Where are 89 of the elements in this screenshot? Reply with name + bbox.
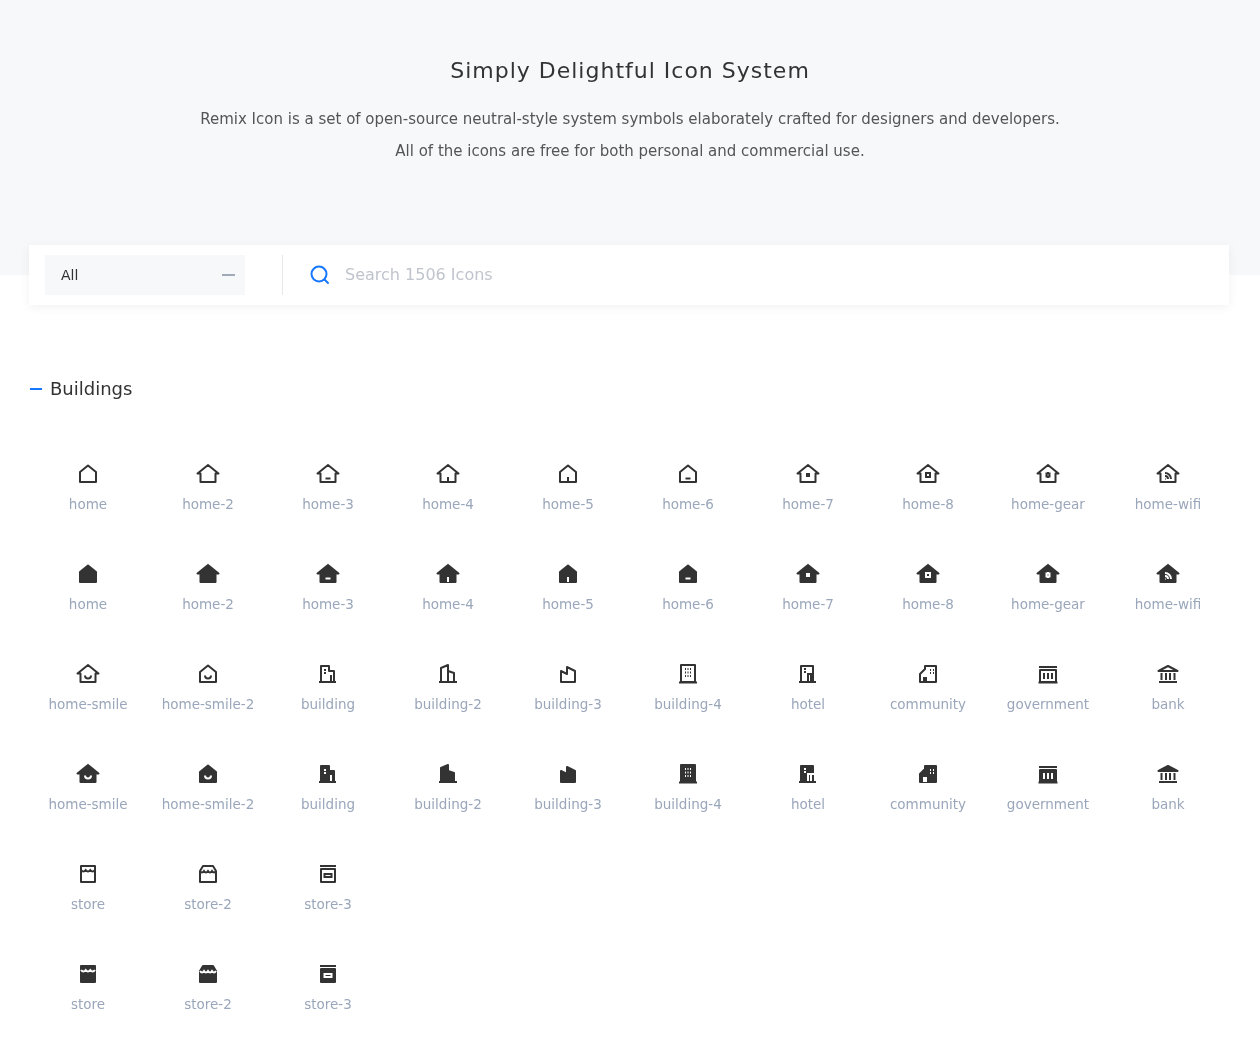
house-wifi-icon[interactable]	[1156, 562, 1180, 586]
search-field[interactable]: Search 1506 Icons	[309, 245, 1229, 305]
icon-label[interactable]: home-7	[782, 494, 834, 515]
icon-label[interactable]: hotel	[790, 694, 826, 715]
bank-icon[interactable]	[1156, 662, 1180, 686]
icon-label[interactable]: bank	[1151, 794, 1185, 815]
icon-label[interactable]: home-8	[902, 594, 954, 615]
search-input[interactable]: Search 1506 Icons	[331, 263, 1229, 287]
house-icon[interactable]	[796, 462, 820, 486]
icon-label[interactable]: home-6	[662, 594, 714, 615]
icon-label[interactable]: store-3	[304, 894, 352, 915]
icon-label[interactable]: home	[68, 494, 108, 515]
storefront-icon[interactable]	[196, 962, 220, 986]
house-icon[interactable]	[76, 562, 100, 586]
icon-label[interactable]: home-wifi	[1134, 494, 1202, 515]
house-icon[interactable]	[436, 462, 460, 486]
house-icon[interactable]	[676, 562, 700, 586]
icon-label[interactable]: home-2	[182, 594, 234, 615]
icon-label[interactable]: home-gear	[1011, 594, 1085, 615]
icon-label[interactable]: building-4	[654, 694, 722, 715]
icon-label[interactable]: home-smile	[48, 694, 128, 715]
icon-label[interactable]: home-gear	[1011, 494, 1085, 515]
buildings-icon[interactable]	[916, 662, 940, 686]
category-select[interactable]: All	[45, 255, 245, 295]
icon-label[interactable]: home-smile	[48, 794, 128, 815]
house-icon[interactable]	[676, 462, 700, 486]
icon-label[interactable]: building	[300, 794, 356, 815]
icon-label[interactable]: building-3	[534, 694, 602, 715]
icon-label[interactable]: building-3	[534, 794, 602, 815]
section-title: Buildings	[50, 377, 133, 401]
icon-label[interactable]: home-5	[542, 594, 594, 615]
house-icon[interactable]	[796, 562, 820, 586]
bank-icon[interactable]	[1156, 762, 1180, 786]
icon-label[interactable]: store	[70, 894, 106, 915]
hero-title: Simply Delightful Icon System	[449, 58, 811, 85]
building-icon[interactable]	[436, 662, 460, 686]
hero-description: All of the icons are free for both personal and commercial use.	[394, 142, 866, 161]
icon-label[interactable]: hotel	[790, 794, 826, 815]
search-icon	[309, 264, 331, 286]
icon-label[interactable]: home	[68, 594, 108, 615]
icon-label[interactable]: home-wifi	[1134, 594, 1202, 615]
icon-label[interactable]: building-2	[414, 694, 482, 715]
building-icon[interactable]	[436, 762, 460, 786]
icon-label[interactable]: home-5	[542, 494, 594, 515]
house-icon[interactable]	[316, 462, 340, 486]
icon-label[interactable]: store-2	[184, 894, 232, 915]
house-icon[interactable]	[556, 462, 580, 486]
icon-label[interactable]: building	[300, 694, 356, 715]
house-icon[interactable]	[196, 462, 220, 486]
icon-label[interactable]: community	[889, 694, 967, 715]
hero-description: Remix Icon is a set of open-source neutral-style system symbols elaborately crafted for designers and developers.	[199, 110, 1061, 129]
house-wifi-icon[interactable]	[1156, 462, 1180, 486]
icon-label[interactable]: store-3	[304, 994, 352, 1015]
icon-label[interactable]: home-8	[902, 494, 954, 515]
house-icon[interactable]	[196, 562, 220, 586]
icon-label[interactable]: bank	[1151, 694, 1185, 715]
house-gear-icon[interactable]	[1036, 462, 1060, 486]
building-icon[interactable]	[676, 662, 700, 686]
icon-label[interactable]: government	[1006, 794, 1090, 815]
icon-label[interactable]: building-4	[654, 794, 722, 815]
icon-label[interactable]: store-2	[184, 994, 232, 1015]
icon-label[interactable]: home-3	[302, 594, 354, 615]
house-smile-icon[interactable]	[76, 762, 100, 786]
icon-label[interactable]: community	[889, 794, 967, 815]
icon-label[interactable]: home-4	[422, 494, 474, 515]
building-icon[interactable]	[676, 762, 700, 786]
house-icon[interactable]	[556, 562, 580, 586]
icon-label[interactable]: home-smile-2	[161, 694, 255, 715]
house-smile-icon[interactable]	[76, 662, 100, 686]
icon-label[interactable]: home-2	[182, 494, 234, 515]
icon-label[interactable]: store	[70, 994, 106, 1015]
house-icon[interactable]	[916, 562, 940, 586]
house-icon[interactable]	[436, 562, 460, 586]
icon-label[interactable]: home-7	[782, 594, 834, 615]
icon-label[interactable]: home-3	[302, 494, 354, 515]
section-marker	[30, 387, 42, 390]
house-icon[interactable]	[76, 462, 100, 486]
icon-label[interactable]: home-4	[422, 594, 474, 615]
house-gear-icon[interactable]	[1036, 562, 1060, 586]
house-smile-icon[interactable]	[196, 762, 220, 786]
buildings-icon[interactable]	[916, 762, 940, 786]
house-smile-icon[interactable]	[196, 662, 220, 686]
house-icon[interactable]	[316, 562, 340, 586]
icon-label[interactable]: building-2	[414, 794, 482, 815]
icon-label[interactable]: government	[1006, 694, 1090, 715]
icon-label[interactable]: home-6	[662, 494, 714, 515]
storefront-icon[interactable]	[196, 862, 220, 886]
icon-label[interactable]: home-smile-2	[161, 794, 255, 815]
house-icon[interactable]	[916, 462, 940, 486]
